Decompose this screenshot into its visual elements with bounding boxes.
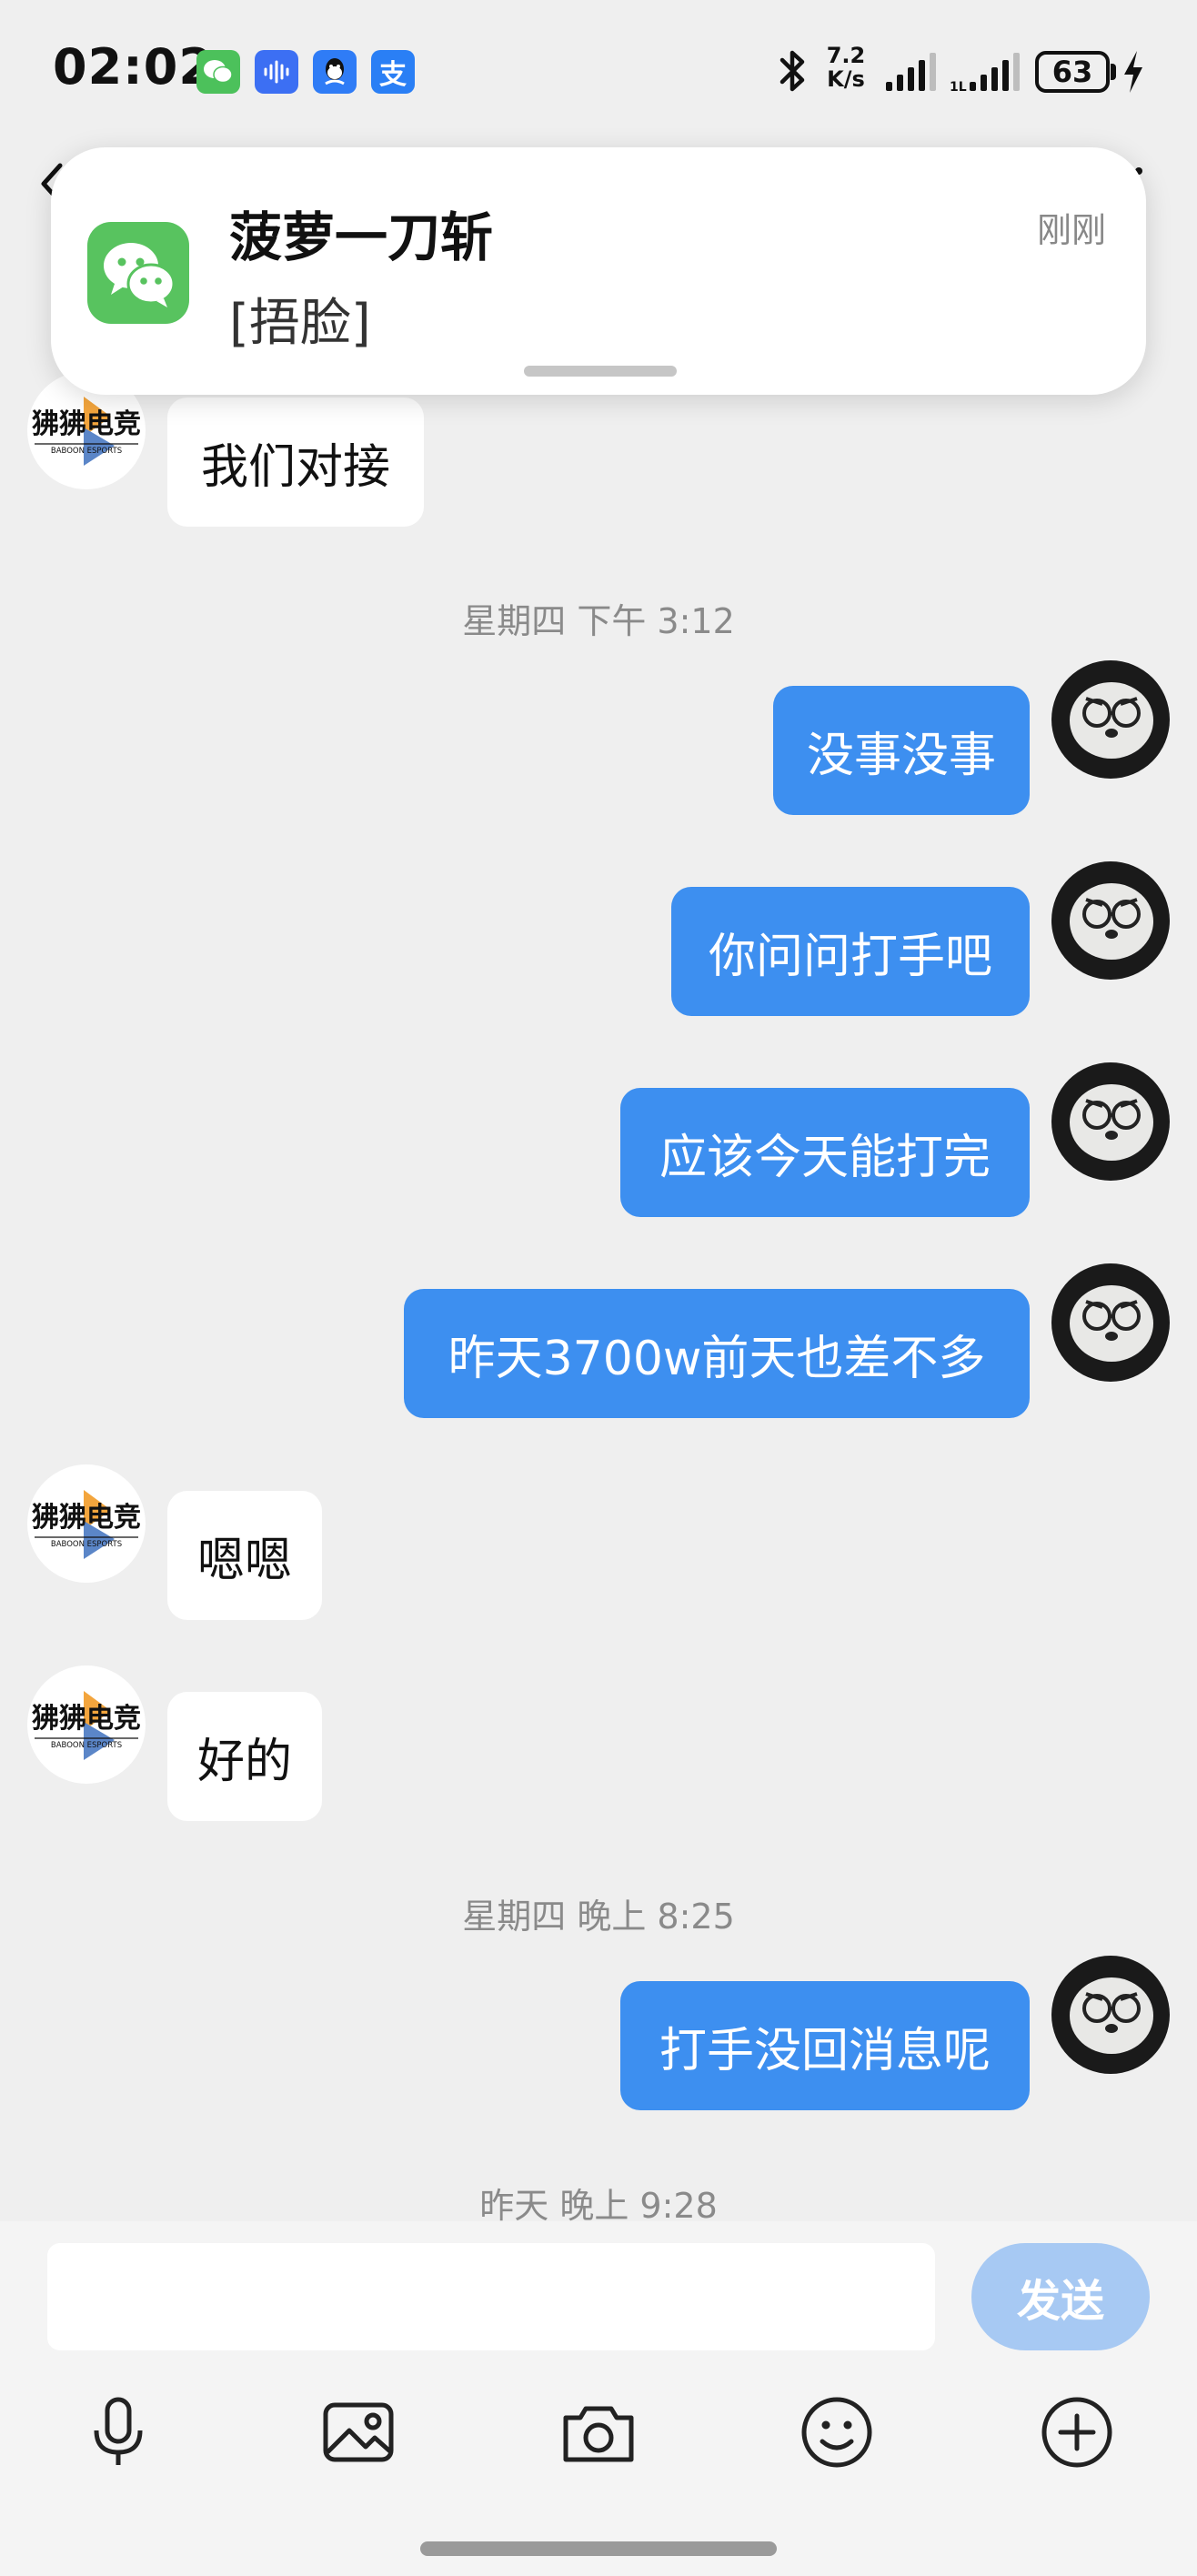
message-text: 好的 (196, 1734, 292, 1789)
home-indicator[interactable] (420, 2541, 777, 2556)
svg-text:狒狒电竞: 狒狒电竞 (32, 1502, 141, 1534)
message-timestamp: 昨天 晚上 9:28 (479, 2186, 718, 2226)
user-avatar[interactable] (1051, 1956, 1170, 2074)
wechat-icon (87, 222, 189, 324)
message-text: 没事没事 (806, 728, 996, 783)
message-bubble-incoming[interactable]: 好的 (167, 1692, 322, 1821)
notification-text: [捂脸] (229, 294, 371, 353)
message-bubble-incoming[interactable]: 我们对接 (167, 397, 424, 527)
plus-icon[interactable] (1031, 2387, 1122, 2478)
microphone-icon[interactable] (73, 2387, 164, 2478)
contact-avatar[interactable]: 狒狒电竞 BABOON ESPORTS (27, 1464, 146, 1583)
notification-title: 菠萝一刀斩 (229, 206, 494, 268)
user-avatar[interactable] (1051, 1062, 1170, 1181)
notification-drag-handle[interactable] (524, 366, 677, 377)
message-text: 我们对接 (200, 439, 390, 495)
message-bubble-outgoing[interactable]: 昨天3700w前天也差不多 (404, 1289, 1030, 1418)
message-input[interactable] (47, 2243, 935, 2350)
send-button[interactable]: 发送 (971, 2243, 1150, 2350)
baboon-esports-logo-icon: 狒狒电竞 BABOON ESPORTS (32, 1490, 141, 1559)
emoji-icon[interactable] (791, 2387, 882, 2478)
svg-text:狒狒电竞: 狒狒电竞 (32, 1703, 141, 1735)
svg-text:BABOON ESPORTS: BABOON ESPORTS (51, 447, 122, 456)
user-avatar[interactable] (1051, 660, 1170, 779)
notification-time: 刚刚 (1036, 210, 1106, 250)
baboon-esports-logo-icon: 狒狒电竞 BABOON ESPORTS (32, 1691, 141, 1760)
svg-text:狒狒电竞: 狒狒电竞 (32, 408, 141, 440)
message-text: 嗯嗯 (196, 1533, 292, 1588)
message-text: 昨天3700w前天也差不多 (448, 1331, 986, 1386)
message-text: 你问问打手吧 (708, 929, 992, 984)
message-bubble-outgoing[interactable]: 应该今天能打完 (620, 1088, 1030, 1217)
notification-banner[interactable]: 菠萝一刀斩 [捂脸] 刚刚 (51, 147, 1146, 395)
user-avatar[interactable] (1051, 861, 1170, 980)
message-bubble-outgoing[interactable]: 打手没回消息呢 (620, 1981, 1030, 2110)
svg-text:BABOON ESPORTS: BABOON ESPORTS (51, 1540, 122, 1549)
svg-text:BABOON ESPORTS: BABOON ESPORTS (51, 1741, 122, 1750)
contact-avatar[interactable]: 狒狒电竞 BABOON ESPORTS (27, 1665, 146, 1784)
message-timestamp: 星期四 下午 3:12 (462, 601, 735, 641)
image-icon[interactable] (313, 2387, 404, 2478)
message-bubble-outgoing[interactable]: 你问问打手吧 (671, 887, 1030, 1016)
message-timestamp: 星期四 晚上 8:25 (462, 1897, 735, 1937)
camera-icon[interactable] (553, 2387, 644, 2478)
message-text: 打手没回消息呢 (659, 2023, 991, 2078)
message-bubble-outgoing[interactable]: 没事没事 (773, 686, 1030, 815)
user-avatar[interactable] (1051, 1263, 1170, 1382)
message-bubble-incoming[interactable]: 嗯嗯 (167, 1491, 322, 1620)
message-text: 应该今天能打完 (659, 1130, 991, 1185)
input-bar: 发送 (0, 2221, 1197, 2576)
